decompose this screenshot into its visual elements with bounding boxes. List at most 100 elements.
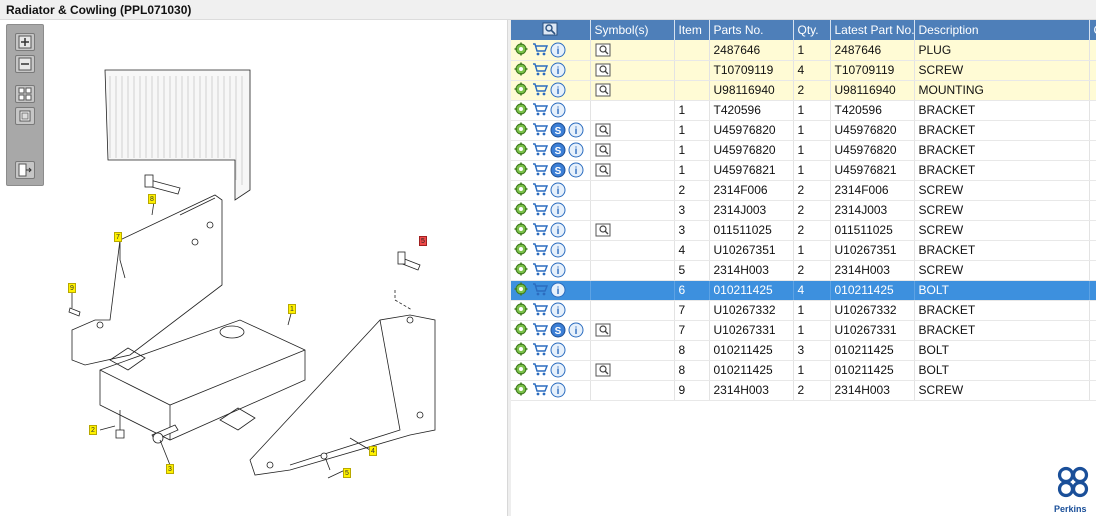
column-header-latest-part-no[interactable]: Latest Part No. xyxy=(830,20,915,40)
table-row[interactable]: i 6 010211425 4 010211425 BOLT xyxy=(511,280,1096,301)
config-gear-icon[interactable] xyxy=(514,262,530,278)
callout-item-2[interactable]: 2 xyxy=(89,425,97,435)
info-icon[interactable]: i xyxy=(568,122,584,138)
callout-item-1[interactable]: 1 xyxy=(288,304,296,314)
config-gear-icon[interactable] xyxy=(514,322,530,338)
info-icon[interactable]: i xyxy=(550,242,566,258)
callout-item-5-highlighted[interactable]: 5 xyxy=(419,236,427,246)
parts-diagram[interactable]: 1 2 3 4 5 5 7 8 9 xyxy=(0,20,507,516)
service-s-icon[interactable]: S xyxy=(550,122,566,138)
callout-item-5[interactable]: 5 xyxy=(343,468,351,478)
symbol-view-icon[interactable] xyxy=(595,83,611,97)
table-row[interactable]: Si 1 U45976821 1 U45976821 BRACKET xyxy=(511,160,1096,181)
add-to-cart-icon[interactable] xyxy=(532,162,548,178)
add-to-cart-icon[interactable] xyxy=(532,342,548,358)
table-row[interactable]: i 5 2314H003 2 2314H003 SCREW xyxy=(511,260,1096,281)
info-icon[interactable]: i xyxy=(550,302,566,318)
service-s-icon[interactable]: S xyxy=(550,142,566,158)
add-to-cart-icon[interactable] xyxy=(532,302,548,318)
table-row[interactable]: Si 1 U45976820 1 U45976820 BRACKET xyxy=(511,120,1096,141)
config-gear-icon[interactable] xyxy=(514,242,530,258)
callout-item-4[interactable]: 4 xyxy=(369,446,377,456)
config-gear-icon[interactable] xyxy=(514,102,530,118)
fit-width-button[interactable] xyxy=(15,107,35,125)
info-icon[interactable]: i xyxy=(550,202,566,218)
info-icon[interactable]: i xyxy=(568,142,584,158)
column-header-c[interactable]: C xyxy=(1089,20,1096,40)
column-header-qty[interactable]: Qty. xyxy=(793,20,831,40)
service-s-icon[interactable]: S xyxy=(550,162,566,178)
config-gear-icon[interactable] xyxy=(514,142,530,158)
callout-item-7[interactable]: 7 xyxy=(114,232,122,242)
symbol-view-icon[interactable] xyxy=(595,223,611,237)
info-icon[interactable]: i xyxy=(550,62,566,78)
add-to-cart-icon[interactable] xyxy=(532,262,548,278)
config-gear-icon[interactable] xyxy=(514,122,530,138)
info-icon[interactable]: i xyxy=(550,182,566,198)
table-row[interactable]: i 8 010211425 1 010211425 BOLT xyxy=(511,360,1096,381)
symbol-view-icon[interactable] xyxy=(595,43,611,57)
service-s-icon[interactable]: S xyxy=(550,322,566,338)
info-icon[interactable]: i xyxy=(568,322,584,338)
table-row[interactable]: i 1 T420596 1 T420596 BRACKET xyxy=(511,100,1096,121)
symbol-view-icon[interactable] xyxy=(595,143,611,157)
add-to-cart-icon[interactable] xyxy=(532,42,548,58)
add-to-cart-icon[interactable] xyxy=(532,202,548,218)
add-to-cart-icon[interactable] xyxy=(532,122,548,138)
column-header-symbols[interactable]: Symbol(s) xyxy=(590,20,675,40)
add-to-cart-icon[interactable] xyxy=(532,382,548,398)
table-row[interactable]: i 3 011511025 2 011511025 SCREW xyxy=(511,220,1096,241)
table-row[interactable]: i 9 2314H003 2 2314H003 SCREW xyxy=(511,380,1096,401)
info-icon[interactable]: i xyxy=(550,262,566,278)
column-header-description[interactable]: Description xyxy=(914,20,1090,40)
config-gear-icon[interactable] xyxy=(514,162,530,178)
config-gear-icon[interactable] xyxy=(514,42,530,58)
info-icon[interactable]: i xyxy=(550,42,566,58)
info-icon[interactable]: i xyxy=(550,382,566,398)
info-icon[interactable]: i xyxy=(568,162,584,178)
column-header-search[interactable] xyxy=(511,20,591,40)
table-row[interactable]: Si 1 U45976820 1 U45976820 BRACKET xyxy=(511,140,1096,161)
config-gear-icon[interactable] xyxy=(514,182,530,198)
column-header-item[interactable]: Item xyxy=(674,20,710,40)
config-gear-icon[interactable] xyxy=(514,302,530,318)
config-gear-icon[interactable] xyxy=(514,362,530,378)
symbol-view-icon[interactable] xyxy=(595,63,611,77)
table-row[interactable]: i T10709119 4 T10709119 SCREW xyxy=(511,60,1096,81)
callout-item-8[interactable]: 8 xyxy=(148,194,156,204)
add-to-cart-icon[interactable] xyxy=(532,242,548,258)
config-gear-icon[interactable] xyxy=(514,62,530,78)
add-to-cart-icon[interactable] xyxy=(532,322,548,338)
callout-item-3[interactable]: 3 xyxy=(166,464,174,474)
export-button[interactable] xyxy=(15,161,35,179)
add-to-cart-icon[interactable] xyxy=(532,282,548,298)
add-to-cart-icon[interactable] xyxy=(532,82,548,98)
config-gear-icon[interactable] xyxy=(514,342,530,358)
add-to-cart-icon[interactable] xyxy=(532,62,548,78)
info-icon[interactable]: i xyxy=(550,282,566,298)
table-row[interactable]: i 4 U10267351 1 U10267351 BRACKET xyxy=(511,240,1096,261)
symbol-view-icon[interactable] xyxy=(595,123,611,137)
config-gear-icon[interactable] xyxy=(514,222,530,238)
add-to-cart-icon[interactable] xyxy=(532,222,548,238)
config-gear-icon[interactable] xyxy=(514,202,530,218)
table-row[interactable]: i 2487646 1 2487646 PLUG xyxy=(511,40,1096,61)
table-row[interactable]: i 3 2314J003 2 2314J003 SCREW xyxy=(511,200,1096,221)
symbol-view-icon[interactable] xyxy=(595,163,611,177)
info-icon[interactable]: i xyxy=(550,102,566,118)
add-to-cart-icon[interactable] xyxy=(532,102,548,118)
config-gear-icon[interactable] xyxy=(514,382,530,398)
symbol-view-icon[interactable] xyxy=(595,363,611,377)
column-header-parts-no[interactable]: Parts No. xyxy=(709,20,794,40)
symbol-view-icon[interactable] xyxy=(595,323,611,337)
add-to-cart-icon[interactable] xyxy=(532,142,548,158)
zoom-in-button[interactable] xyxy=(15,33,35,51)
table-row[interactable]: Si 7 U10267331 1 U10267331 BRACKET xyxy=(511,320,1096,341)
table-row[interactable]: i U98116940 2 U98116940 MOUNTING xyxy=(511,80,1096,101)
table-row[interactable]: i 7 U10267332 1 U10267332 BRACKET xyxy=(511,300,1096,321)
info-icon[interactable]: i xyxy=(550,82,566,98)
info-icon[interactable]: i xyxy=(550,342,566,358)
info-icon[interactable]: i xyxy=(550,222,566,238)
table-row[interactable]: i 8 010211425 3 010211425 BOLT xyxy=(511,340,1096,361)
table-row[interactable]: i 2 2314F006 2 2314F006 SCREW xyxy=(511,180,1096,201)
